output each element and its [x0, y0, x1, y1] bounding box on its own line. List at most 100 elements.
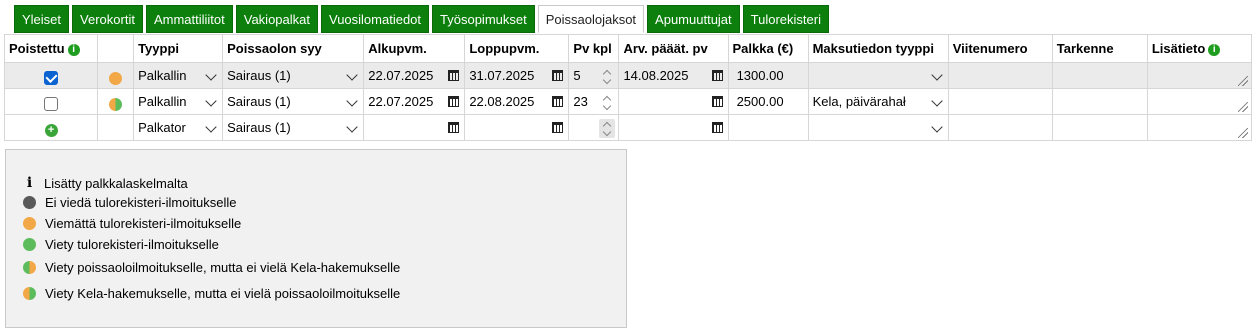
arv-date-input[interactable]: 14.08.2025	[620, 64, 727, 88]
arv-date-input[interactable]	[620, 116, 727, 140]
chevron-down-icon	[205, 68, 217, 81]
alku-date-input[interactable]: 22.07.2025	[365, 90, 464, 114]
chevron-down-icon	[931, 68, 943, 81]
resize-handle-icon[interactable]	[1238, 127, 1248, 138]
tyyppi-select[interactable]: Palkator	[135, 116, 222, 140]
viite-input[interactable]	[949, 64, 1051, 88]
tab-tulorekisteri[interactable]: Tulorekisteri	[742, 5, 829, 33]
col-tyyppi[interactable]: Tyyppi	[133, 34, 224, 63]
maksu-select[interactable]	[809, 64, 947, 88]
status-dot-orange	[109, 71, 123, 85]
alku-date-input[interactable]	[365, 116, 464, 140]
tab-apumuuttujat[interactable]: Apumuuttujat	[647, 5, 740, 33]
pv-number-input[interactable]: 23	[570, 90, 618, 114]
col-poistettu[interactable]: Poistettu i	[3, 34, 99, 63]
spinner-icon[interactable]	[602, 68, 612, 84]
lisatieto-textarea[interactable]	[1148, 116, 1250, 140]
syy-select[interactable]: Sairaus (1)	[224, 116, 363, 140]
calendar-icon[interactable]	[711, 95, 723, 107]
pv-number-input[interactable]	[570, 116, 618, 140]
calendar-icon[interactable]	[448, 121, 460, 133]
col-lisatieto[interactable]: Lisätieto i	[1146, 34, 1253, 63]
chevron-down-icon	[205, 94, 217, 107]
col-palkka[interactable]: Palkka (€)	[727, 34, 809, 63]
calendar-icon[interactable]	[448, 95, 460, 107]
table-row-new: + Palkator Sairaus (1)	[3, 114, 1253, 141]
lisatieto-textarea[interactable]	[1148, 90, 1250, 114]
tab-tyosopimukset[interactable]: Työsopimukset	[432, 5, 535, 33]
viite-input[interactable]	[949, 90, 1051, 114]
delete-checkbox[interactable]	[44, 97, 59, 111]
calendar-icon[interactable]	[711, 121, 723, 133]
calendar-icon[interactable]	[711, 69, 723, 81]
table-header: Poistettu i Tyyppi Poissaolon syy Alkupvm…	[3, 34, 1253, 63]
info-icon[interactable]: i	[1208, 43, 1221, 56]
resize-handle-icon[interactable]	[1238, 75, 1248, 86]
delete-checkbox[interactable]	[44, 71, 59, 85]
viite-input[interactable]	[949, 116, 1051, 140]
tab-vakiopalkat[interactable]: Vakiopalkat	[235, 5, 318, 33]
col-tarkenne[interactable]: Tarkenne	[1051, 34, 1148, 63]
legend-label: Viety poissaoloilmoitukselle, mutta ei v…	[45, 260, 401, 275]
col-arv[interactable]: Arv. pääät. pv	[618, 34, 729, 63]
col-alku[interactable]: Alkupvm.	[363, 34, 466, 63]
table-row: Palkallin Sairaus (1) 22.07.2025 31.07.2…	[3, 62, 1253, 89]
col-syy[interactable]: Poissaolon syy	[222, 34, 365, 63]
syy-select[interactable]: Sairaus (1)	[224, 90, 363, 114]
syy-select[interactable]: Sairaus (1)	[224, 64, 363, 88]
spinner-icon[interactable]	[602, 94, 612, 110]
palkka-input[interactable]	[729, 116, 807, 140]
col-maksu[interactable]: Maksutiedon tyyppi	[807, 34, 949, 63]
palkka-input[interactable]: 1300.00	[729, 64, 807, 88]
palkka-input[interactable]: 2500.00	[729, 90, 807, 114]
status-legend: i Lisätty palkkalaskelmalta Ei viedä tul…	[5, 149, 627, 328]
calendar-icon[interactable]	[448, 69, 460, 81]
dark-dot-icon	[23, 196, 36, 209]
col-status	[97, 34, 135, 63]
legend-label: Lisätty palkkalaskelmalta	[44, 175, 188, 191]
info-icon[interactable]: i	[67, 43, 80, 56]
pv-number-input[interactable]: 5	[570, 64, 618, 88]
lisatieto-textarea[interactable]	[1148, 64, 1250, 88]
alku-date-input[interactable]: 22.07.2025	[365, 64, 464, 88]
col-loppu[interactable]: Loppupvm.	[464, 34, 570, 63]
calendar-icon[interactable]	[552, 69, 564, 81]
resize-handle-icon[interactable]	[1238, 101, 1248, 112]
legend-item-absence-only: Viety poissaoloilmoitukselle, mutta ei v…	[23, 260, 400, 275]
chevron-down-icon	[205, 120, 217, 133]
half-orange-green-dot-icon	[23, 287, 36, 300]
tab-poissaolojaksot[interactable]: Poissaolojaksot	[537, 5, 645, 33]
tab-vuosilomatiedot[interactable]: Vuosilomatiedot	[321, 5, 430, 33]
tab-yleiset[interactable]: Yleiset	[14, 5, 70, 33]
info-icon: i	[26, 175, 33, 191]
status-dot-half-orange-green	[109, 97, 123, 111]
loppu-date-input[interactable]: 31.07.2025	[466, 64, 568, 88]
chevron-down-icon	[346, 68, 358, 81]
tarkenne-input[interactable]	[1053, 64, 1146, 88]
arv-date-input[interactable]	[620, 90, 727, 114]
spinner-icon[interactable]	[602, 120, 612, 136]
table-row: Palkallin Sairaus (1) 22.07.2025 22.08.2…	[3, 88, 1253, 115]
maksu-select[interactable]	[809, 116, 947, 140]
tab-verokortit[interactable]: Verokortit	[72, 5, 143, 33]
tyyppi-select[interactable]: Palkallin	[135, 90, 222, 114]
legend-item-not-exported: Ei viedä tulorekisteri-ilmoitukselle	[23, 195, 236, 210]
col-viite[interactable]: Viitenumero	[947, 34, 1053, 63]
chevron-down-icon	[931, 120, 943, 133]
tarkenne-input[interactable]	[1053, 90, 1146, 114]
add-row-icon[interactable]: +	[44, 124, 58, 137]
calendar-icon[interactable]	[552, 121, 564, 133]
tyyppi-select[interactable]: Palkallin	[135, 64, 222, 88]
tarkenne-input[interactable]	[1053, 116, 1146, 140]
legend-item-exported: Viety tulorekisteri-ilmoitukselle	[23, 237, 219, 252]
tab-ammattiliitot[interactable]: Ammattiliitot	[145, 5, 233, 33]
loppu-date-input[interactable]	[466, 116, 568, 140]
loppu-date-input[interactable]: 22.08.2025	[466, 90, 568, 114]
col-pv[interactable]: Pv kpl	[568, 34, 620, 63]
date-value: 31.07.2025	[469, 67, 535, 83]
calendar-icon[interactable]	[552, 95, 564, 107]
legend-item-added: i Lisätty palkkalaskelmalta	[23, 175, 188, 191]
maksu-select[interactable]: Kela, päivärahał	[809, 90, 947, 114]
legend-label: Ei viedä tulorekisteri-ilmoitukselle	[45, 195, 237, 210]
date-value: 14.08.2025	[623, 67, 689, 83]
